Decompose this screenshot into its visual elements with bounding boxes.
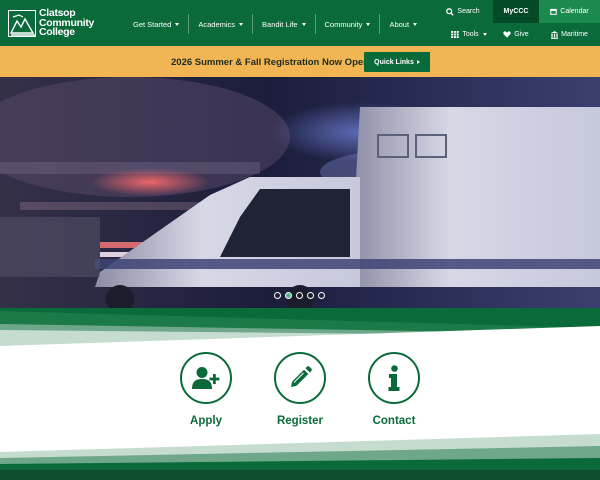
calendar-icon [550,8,558,15]
add-user-icon [192,367,220,389]
info-icon [388,365,400,391]
banner-text: 2026 Summer & Fall Registration Now Open [171,57,369,68]
nav-label: Community [324,19,363,29]
nav-label: About [389,19,410,29]
calendar-label: Calendar [560,8,589,15]
carousel-dot-active[interactable] [285,292,292,299]
carousel-dot[interactable] [307,292,314,299]
tools-menu[interactable]: Tools [445,23,493,46]
tools-label: Tools [462,31,479,38]
caret-right-icon [416,60,420,64]
main-nav: Get Started Academics Bandit Life Commun… [124,14,426,34]
give-label: Give [514,31,529,38]
search-label: Search [457,8,480,15]
site-header: Clatsop Community College Get Started Ac… [0,0,600,46]
apply-label: Apply [190,415,222,427]
nav-label: Get Started [133,19,172,29]
nav-academics[interactable]: Academics [189,14,254,34]
chevron-down-icon [413,22,418,26]
contact-label: Contact [372,415,416,427]
calendar-button[interactable]: Calendar [539,0,600,23]
search-button[interactable]: Search [439,0,487,23]
nav-about[interactable]: About [380,14,426,34]
carousel-dots [274,292,329,299]
carousel-dot[interactable] [318,292,325,299]
carousel-dot[interactable] [274,292,281,299]
register-icon-circle [274,352,326,404]
nav-bandit-life[interactable]: Bandit Life [253,14,316,34]
maritime-label: Maritime [561,31,588,38]
registration-banner: 2026 Summer & Fall Registration Now Open [0,46,600,77]
chevron-down-icon [366,22,371,26]
contact-icon-circle [368,352,420,404]
quick-links-label: Quick Links [374,58,414,66]
logo-wordmark: Clatsop Community College [39,8,94,38]
nav-get-started[interactable]: Get Started [124,14,190,34]
chevron-down-icon [482,33,487,36]
logo-mark-icon [8,9,36,37]
apply-icon-circle [180,352,232,404]
pencil-icon [291,366,312,387]
chevron-down-icon [301,22,306,26]
utility-bar-bottom: Tools Give Maritime [445,23,600,46]
logo-line-3: College [39,26,75,38]
apply-button[interactable]: Apply [180,352,232,427]
utility-bar-top: Search MyCCC Calendar [439,0,600,23]
contact-button[interactable]: Contact [368,352,420,427]
chevron-down-icon [175,22,180,26]
college-logo[interactable]: Clatsop Community College [8,8,94,38]
heart-icon [503,31,511,38]
maritime-button[interactable]: Maritime [539,23,600,46]
register-label: Register [276,415,324,427]
search-icon [446,7,455,16]
give-button[interactable]: Give [493,23,539,46]
chevron-down-icon [239,22,244,26]
nav-label: Academics [198,19,236,29]
quick-links-button[interactable]: Quick Links [364,52,430,72]
myccc-button[interactable]: MyCCC [493,0,539,23]
hero-carousel-image [0,77,600,312]
carousel-dot[interactable] [296,292,303,299]
nav-label: Bandit Life [262,19,298,29]
building-icon [551,30,559,39]
grid-icon [451,31,460,38]
nav-community[interactable]: Community [316,14,381,34]
register-button[interactable]: Register [274,352,326,427]
